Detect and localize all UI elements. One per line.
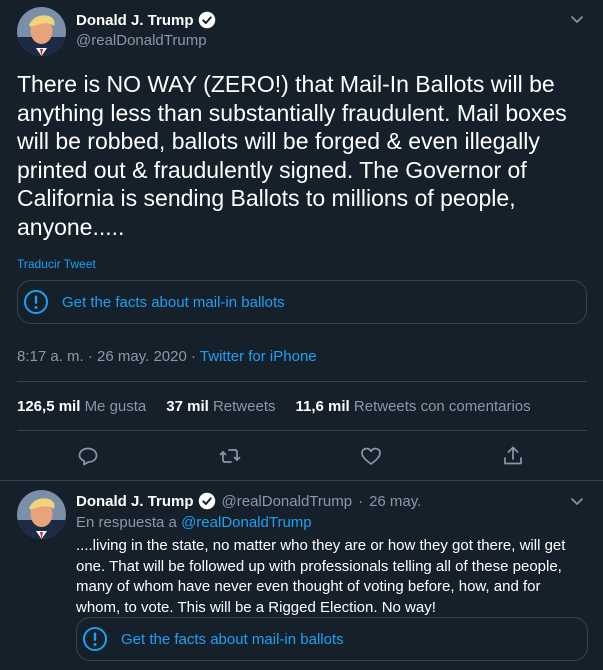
exclamation-circle-icon bbox=[23, 289, 49, 315]
author-handle[interactable]: @realDonaldTrump bbox=[222, 493, 353, 510]
tweet-text: There is NO WAY (ZERO!) that Mail-In Bal… bbox=[17, 71, 567, 240]
avatar[interactable] bbox=[17, 7, 66, 56]
tweet-source[interactable]: Twitter for iPhone bbox=[200, 348, 317, 365]
likes-stat[interactable]: 126,5 mil Me gusta bbox=[17, 398, 146, 415]
chevron-down-icon[interactable] bbox=[569, 493, 585, 509]
separator: · bbox=[191, 348, 196, 365]
action-bar bbox=[0, 440, 603, 472]
like-icon[interactable] bbox=[359, 444, 383, 468]
retweets-stat[interactable]: 37 mil Retweets bbox=[166, 398, 275, 415]
facts-notice[interactable]: Get the facts about mail-in ballots bbox=[17, 280, 587, 324]
reply-icon[interactable] bbox=[76, 444, 100, 468]
facts-notice[interactable]: Get the facts about mail-in ballots bbox=[76, 617, 588, 661]
share-icon[interactable] bbox=[501, 444, 525, 468]
verified-badge-icon bbox=[198, 11, 216, 29]
tweet-meta: 8:17 a. m. · 26 may. 2020 · Twitter for … bbox=[17, 348, 317, 365]
separator: · bbox=[358, 492, 364, 510]
divider bbox=[17, 381, 587, 382]
tweet-stats: 126,5 mil Me gusta 37 mil Retweets 11,6 … bbox=[17, 398, 551, 415]
exclamation-circle-icon bbox=[82, 626, 108, 652]
facts-link[interactable]: Get the facts about mail-in ballots bbox=[121, 631, 344, 648]
chevron-down-icon[interactable] bbox=[569, 11, 585, 27]
separator: · bbox=[87, 348, 93, 365]
quote-tweets-stat[interactable]: 11,6 mil Retweets con comentarios bbox=[296, 398, 531, 415]
reply-context: En respuesta a @realDonaldTrump bbox=[76, 514, 312, 531]
tweet-date[interactable]: 26 may. bbox=[369, 493, 421, 510]
tweet-text: ....living in the state, no matter who t… bbox=[76, 537, 566, 616]
tweet-date[interactable]: 26 may. 2020 bbox=[97, 348, 187, 365]
divider bbox=[17, 430, 587, 431]
reply-prefix: En respuesta a bbox=[76, 514, 177, 531]
author-name[interactable]: Donald J. Trump bbox=[76, 493, 194, 510]
avatar[interactable] bbox=[17, 490, 66, 539]
author-handle[interactable]: @realDonaldTrump bbox=[76, 32, 207, 49]
reply-to-handle[interactable]: @realDonaldTrump bbox=[181, 514, 312, 531]
translate-tweet-link[interactable]: Traducir Tweet bbox=[17, 257, 96, 271]
main-tweet: Donald J. Trump @realDonaldTrump There i… bbox=[0, 0, 603, 481]
facts-link[interactable]: Get the facts about mail-in ballots bbox=[62, 294, 285, 311]
tweet-time[interactable]: 8:17 a. m. bbox=[17, 348, 84, 365]
author-name[interactable]: Donald J. Trump bbox=[76, 12, 194, 29]
verified-badge-icon bbox=[198, 492, 216, 510]
retweet-icon[interactable] bbox=[218, 444, 242, 468]
